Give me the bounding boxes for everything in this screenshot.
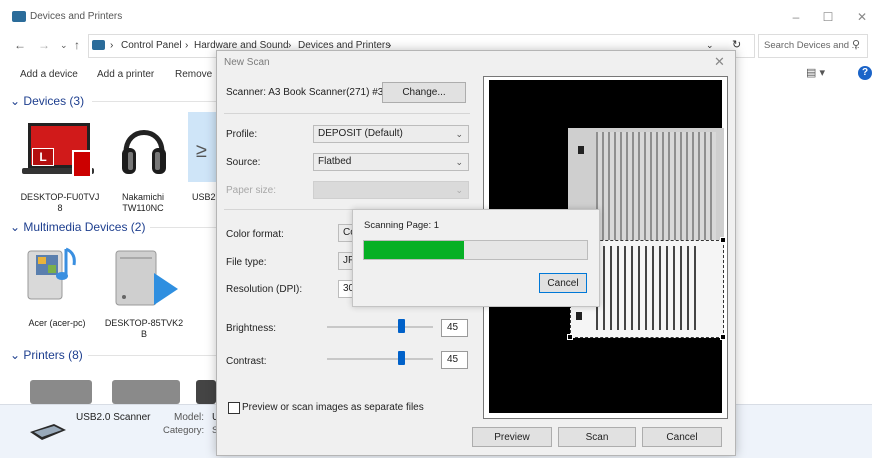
- devices-printers-icon: [12, 11, 26, 22]
- profile-select[interactable]: DEPOSIT (Default) ⌄: [313, 125, 469, 143]
- details-category-label: Category:: [163, 425, 205, 436]
- brightness-slider-thumb[interactable]: [398, 319, 405, 333]
- multimedia-group-label: Multimedia Devices (2): [23, 220, 146, 234]
- printer-icon[interactable]: [112, 380, 180, 404]
- cancel-button[interactable]: Cancel: [642, 427, 722, 447]
- brightness-label: Brightness:: [226, 323, 277, 334]
- device-label-desktop-85[interactable]: DESKTOP-85TVK2 B: [104, 318, 184, 340]
- contrast-label: Contrast:: [226, 356, 267, 367]
- view-options-icon[interactable]: ▤ ▾: [806, 66, 836, 82]
- device-label-headphones[interactable]: Nakamichi TW110NC: [108, 192, 178, 214]
- up-arrow-icon[interactable]: ↑: [74, 38, 80, 52]
- headphones-icon[interactable]: [120, 118, 168, 180]
- scanner-label: Scanner: A3 Book Scanner(271) #3: [226, 87, 384, 98]
- add-device-button[interactable]: Add a device: [20, 69, 78, 80]
- group-divider: [150, 227, 216, 228]
- contrast-input[interactable]: 45: [441, 351, 468, 369]
- scanned-book-text: [596, 132, 716, 240]
- close-icon[interactable]: ✕: [714, 54, 725, 70]
- minimize-button[interactable]: –: [786, 8, 806, 26]
- details-device-name: USB2.0 Scanner: [76, 412, 151, 423]
- brightness-slider-track[interactable]: [327, 326, 433, 328]
- phone-icon: [72, 150, 92, 178]
- chevron-down-icon: ⌄: [455, 157, 463, 167]
- source-select[interactable]: Flatbed ⌄: [313, 153, 469, 171]
- devices-group-header[interactable]: ⌄ Devices (3): [10, 94, 84, 108]
- file-type-label: File type:: [226, 257, 267, 268]
- contrast-slider-thumb[interactable]: [398, 351, 405, 365]
- page-marker: [576, 312, 582, 320]
- brightness-input[interactable]: 45: [441, 319, 468, 337]
- close-window-button[interactable]: ✕: [852, 8, 872, 26]
- resolution-label: Resolution (DPI):: [226, 284, 303, 295]
- help-icon[interactable]: ?: [858, 66, 872, 80]
- back-arrow-icon[interactable]: ←: [14, 38, 26, 52]
- scanner-icon: ≥: [196, 140, 207, 162]
- add-printer-button[interactable]: Add a printer: [97, 69, 154, 80]
- breadcrumb-separator: ›: [185, 40, 189, 51]
- scan-button[interactable]: Scan: [558, 427, 636, 447]
- windows-badge-icon: L: [32, 148, 54, 166]
- printer-icon[interactable]: [196, 380, 216, 404]
- separate-files-checkbox[interactable]: [228, 402, 240, 414]
- scanning-status-text: Scanning Page: 1: [364, 220, 440, 231]
- group-divider: [92, 101, 216, 102]
- maximize-button[interactable]: ☐: [818, 8, 838, 26]
- dialog-title: New Scan: [224, 57, 270, 68]
- printers-group-label: Printers (8): [23, 348, 83, 362]
- media-server-icon[interactable]: [22, 243, 82, 305]
- source-label: Source:: [226, 157, 261, 168]
- selection-handle[interactable]: [720, 334, 726, 340]
- multimedia-group-header[interactable]: ⌄ Multimedia Devices (2): [10, 220, 145, 234]
- scanned-book-text: [596, 246, 700, 330]
- preview-button[interactable]: Preview: [472, 427, 552, 447]
- forward-arrow-icon[interactable]: →: [38, 38, 50, 52]
- remove-device-button[interactable]: Remove d: [175, 69, 215, 80]
- breadcrumb-separator: ›: [110, 40, 114, 51]
- chevron-down-icon: ⌄: [455, 185, 463, 195]
- recent-locations-icon[interactable]: ⌄: [60, 40, 68, 51]
- device-label-acer[interactable]: Acer (acer-pc): [20, 318, 94, 329]
- color-format-label: Color format:: [226, 229, 284, 240]
- chevron-down-icon: ⌄: [10, 220, 21, 234]
- media-server-icon[interactable]: [110, 245, 182, 309]
- chevron-down-icon: ⌄: [10, 94, 21, 108]
- device-label-desktop[interactable]: DESKTOP-FU0TVJ 8: [18, 192, 102, 214]
- control-panel-icon: [92, 40, 105, 50]
- window-title: Devices and Printers: [30, 11, 123, 22]
- cancel-scan-button[interactable]: Cancel: [539, 273, 587, 293]
- devices-group-label: Devices (3): [23, 94, 85, 108]
- separate-files-label: Preview or scan images as separate files: [242, 402, 424, 413]
- scanner-icon: [30, 424, 66, 440]
- profile-label: Profile:: [226, 129, 258, 140]
- paper-size-select: ⌄: [313, 181, 469, 199]
- selection-handle[interactable]: [567, 334, 573, 340]
- search-icon[interactable]: ⚲: [852, 38, 860, 51]
- profile-value: DEPOSIT (Default): [318, 128, 403, 139]
- page-marker: [578, 146, 584, 154]
- chevron-down-icon: ⌄: [455, 129, 463, 139]
- search-placeholder: Search Devices and ...: [764, 40, 860, 51]
- selection-handle[interactable]: [720, 237, 726, 243]
- device-label-usb2[interactable]: USB2: [192, 192, 216, 203]
- breadcrumb-control-panel[interactable]: Control Panel: [121, 40, 182, 51]
- contrast-slider-track[interactable]: [327, 358, 433, 360]
- change-scanner-button[interactable]: Change...: [382, 82, 466, 103]
- progress-bar-fill: [364, 241, 464, 259]
- paper-size-label: Paper size:: [226, 185, 277, 196]
- source-value: Flatbed: [318, 156, 352, 167]
- separator: [224, 113, 470, 114]
- details-model-label: Model:: [174, 412, 205, 423]
- printers-group-header[interactable]: ⌄ Printers (8): [10, 348, 83, 362]
- group-divider: [88, 355, 216, 356]
- printer-icon[interactable]: [30, 380, 92, 404]
- chevron-down-icon: ⌄: [10, 348, 21, 362]
